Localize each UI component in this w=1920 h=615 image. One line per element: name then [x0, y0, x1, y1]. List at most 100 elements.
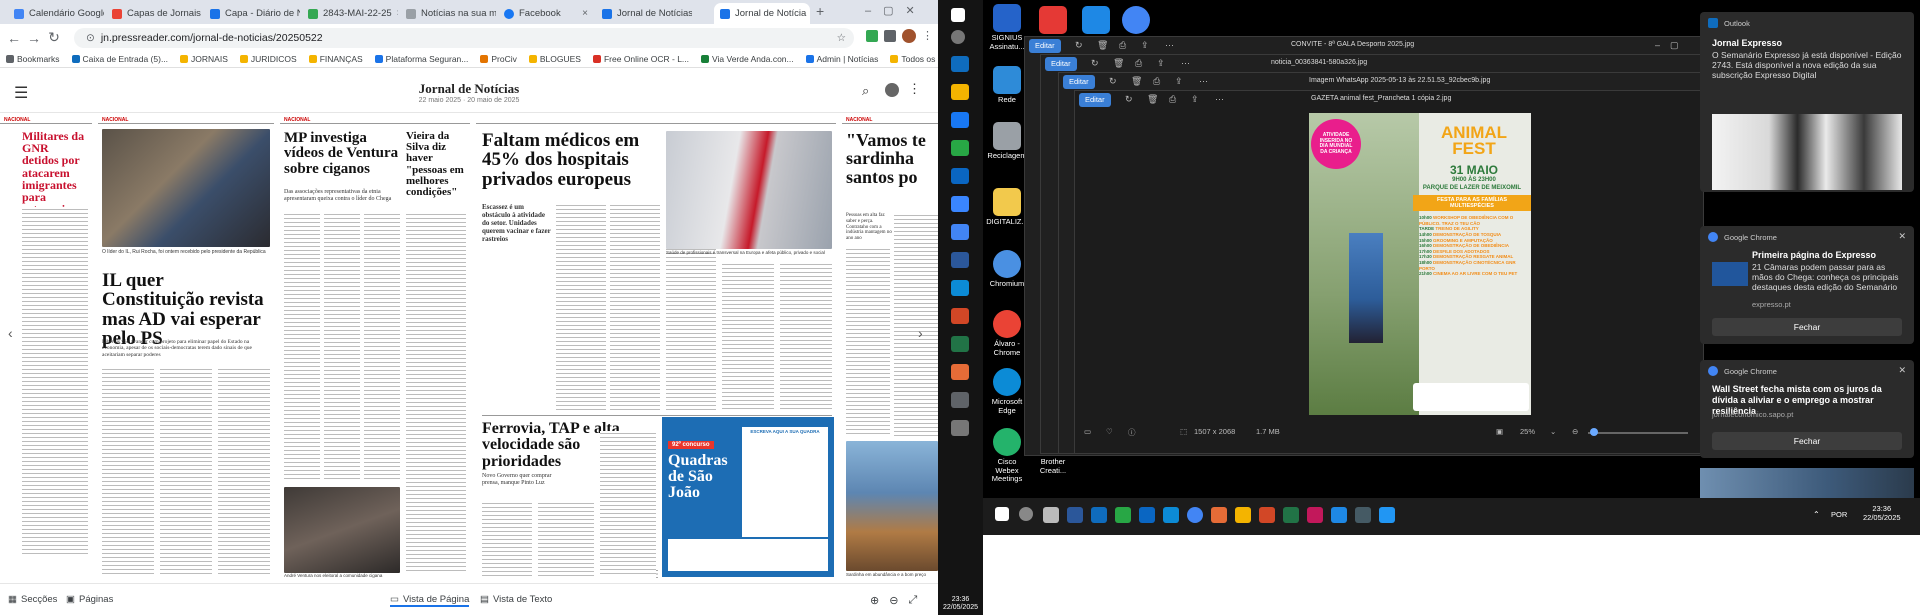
more-icon[interactable]: ⋮: [908, 81, 921, 97]
window-controls[interactable]: –▢: [1655, 40, 1689, 51]
account-icon[interactable]: [885, 83, 899, 97]
folder-icon[interactable]: [1235, 507, 1251, 523]
desktop-icon-recycle-bin[interactable]: Reciclagem: [985, 122, 1029, 161]
desktop-icon-chromium[interactable]: Chromium: [985, 250, 1029, 289]
bookmark-item[interactable]: Caixa de Entrada (5)...: [66, 54, 175, 64]
notification-chrome-je[interactable]: Google Chrome ✕ Wall Street fecha mista …: [1700, 360, 1914, 458]
powerpoint-icon[interactable]: [1259, 507, 1275, 523]
more-icon[interactable]: ⋯: [1199, 76, 1208, 87]
zoom-out-icon[interactable]: ⊖: [1572, 427, 1578, 436]
share-icon[interactable]: ⇪: [1175, 76, 1183, 87]
bookmark-item[interactable]: Admin | Notícias: [800, 54, 885, 64]
chrome-icon[interactable]: [1187, 507, 1203, 523]
outlook-icon[interactable]: [951, 56, 969, 72]
taskbar-clock[interactable]: 23:36 22/05/2025: [938, 596, 983, 611]
teams-icon[interactable]: [951, 168, 969, 184]
desktop-icon-digitaliz[interactable]: DIGITALIZ...: [985, 188, 1029, 227]
powerpoint-icon[interactable]: [951, 308, 969, 324]
notification-outlook[interactable]: Outlook Jornal Expresso O Semanário Expr…: [1700, 12, 1914, 192]
back-icon[interactable]: ←: [4, 30, 24, 46]
avatar[interactable]: [902, 29, 916, 43]
desktop-icon-app[interactable]: [1074, 6, 1118, 36]
tab-capa-dn[interactable]: Capa - Diário de N×: [204, 3, 300, 24]
delete-icon[interactable]: 🗑: [1113, 58, 1124, 69]
app-icon[interactable]: [951, 392, 969, 408]
chrome-icon[interactable]: [951, 224, 969, 240]
delete-icon[interactable]: 🗑: [1131, 76, 1142, 87]
app-icon[interactable]: [1355, 507, 1371, 523]
favorite-icon[interactable]: ♡: [1106, 427, 1113, 436]
newspaper-viewer[interactable]: NACIONAL Militares da GNR detidos por at…: [0, 113, 938, 583]
zoom-in-icon[interactable]: ⊕: [870, 594, 879, 607]
tab-jn-1[interactable]: Jornal de Notícias×: [596, 3, 692, 24]
tab-facebook[interactable]: Facebook ×: [498, 3, 594, 24]
search-icon[interactable]: ⌕: [862, 83, 869, 99]
close-icon[interactable]: ×: [397, 8, 398, 19]
whatsapp-icon[interactable]: [1115, 507, 1131, 523]
print-icon[interactable]: ⎙: [1119, 40, 1126, 51]
newspaper-page[interactable]: NACIONAL Militares da GNR detidos por at…: [0, 117, 92, 581]
outlook-icon[interactable]: [1091, 507, 1107, 523]
edit-button[interactable]: Editar: [1029, 39, 1061, 53]
tab-noticias[interactable]: Notícias na sua m×: [400, 3, 496, 24]
whatsapp-icon[interactable]: [951, 140, 969, 156]
info-icon[interactable]: ⓘ: [1128, 427, 1136, 438]
language-indicator[interactable]: POR: [1831, 510, 1847, 519]
tab-drive[interactable]: 2843-MAI-22-25×: [302, 3, 398, 24]
filmstrip-icon[interactable]: ▭: [1084, 427, 1091, 436]
zoom-slider-thumb[interactable]: [1590, 428, 1598, 436]
delete-icon[interactable]: 🗑: [1147, 94, 1158, 105]
zoom-level[interactable]: 25%: [1520, 427, 1535, 436]
edge-icon[interactable]: [951, 280, 969, 296]
bookmark-item[interactable]: ProCiv: [474, 54, 523, 64]
zoom-out-icon[interactable]: ⊖: [889, 594, 898, 607]
chevron-down-icon[interactable]: ⌄: [1550, 427, 1556, 436]
more-icon[interactable]: ⋯: [1165, 40, 1174, 51]
bookmark-folder[interactable]: BLOGUES: [523, 54, 587, 64]
forward-icon[interactable]: →: [24, 30, 44, 46]
app-icon[interactable]: [951, 420, 969, 436]
tab-jn-active[interactable]: Jornal de Notícia×: [714, 3, 810, 24]
taskbar-clock[interactable]: 23:36 22/05/2025: [1863, 504, 1901, 522]
bookmark-item[interactable]: Free Online OCR - L...: [587, 54, 695, 64]
close-icon[interactable]: ✕: [1898, 231, 1906, 242]
rotate-icon[interactable]: ↻: [1125, 94, 1133, 105]
reload-icon[interactable]: ↻: [44, 29, 64, 46]
share-icon[interactable]: ⇪: [1191, 94, 1199, 105]
new-tab-button[interactable]: +: [816, 3, 824, 19]
fit-icon[interactable]: ▣: [1496, 427, 1503, 436]
desktop-icon-network[interactable]: Rede: [985, 66, 1029, 105]
desktop-icon-chrome[interactable]: [1114, 6, 1158, 36]
page-view-button[interactable]: ▭ Vista de Página: [390, 594, 470, 607]
newspaper-page[interactable]: NACIONAL "Vamos te sardinha santos po Pe…: [842, 117, 938, 581]
bookmark-folder[interactable]: JURIDICOS: [234, 54, 303, 64]
app-icon[interactable]: [1307, 507, 1323, 523]
edit-button[interactable]: Editar: [1079, 93, 1111, 107]
excel-icon[interactable]: [951, 336, 969, 352]
tab-capas[interactable]: Capas de Jornais×: [106, 3, 202, 24]
more-icon[interactable]: ⋯: [1181, 58, 1190, 69]
print-icon[interactable]: ⎙: [1169, 94, 1176, 105]
desktop-icon-app[interactable]: [1031, 6, 1075, 36]
mail-icon[interactable]: [951, 196, 969, 212]
more-icon[interactable]: ⋯: [1215, 94, 1224, 105]
app-icon[interactable]: [951, 364, 969, 380]
text-view-button[interactable]: ▤ Vista de Texto: [480, 594, 552, 605]
notification-chrome-expresso[interactable]: Google Chrome ✕ Primeira página do Expre…: [1700, 226, 1914, 344]
word-icon[interactable]: [1067, 507, 1083, 523]
newspaper-page[interactable]: NACIONAL MP investiga vídeos de Ventura …: [280, 117, 470, 581]
close-icon[interactable]: ×: [582, 8, 588, 19]
search-icon[interactable]: [1019, 507, 1033, 521]
next-page-arrow[interactable]: ›: [918, 325, 923, 341]
app-icon[interactable]: [1379, 507, 1395, 523]
window-controls[interactable]: –▢✕: [865, 4, 927, 17]
edit-button[interactable]: Editar: [1045, 57, 1077, 71]
desktop-icon-signius[interactable]: SIGNIUS Assinatu...: [985, 4, 1029, 51]
photos-icon[interactable]: [1331, 507, 1347, 523]
print-icon[interactable]: ⎙: [1153, 76, 1160, 87]
start-icon[interactable]: [951, 8, 965, 22]
excel-icon[interactable]: [1283, 507, 1299, 523]
zoom-slider[interactable]: [1588, 432, 1688, 434]
folder-icon[interactable]: [951, 84, 969, 100]
all-bookmarks[interactable]: Todos os marcadores: [884, 54, 938, 64]
